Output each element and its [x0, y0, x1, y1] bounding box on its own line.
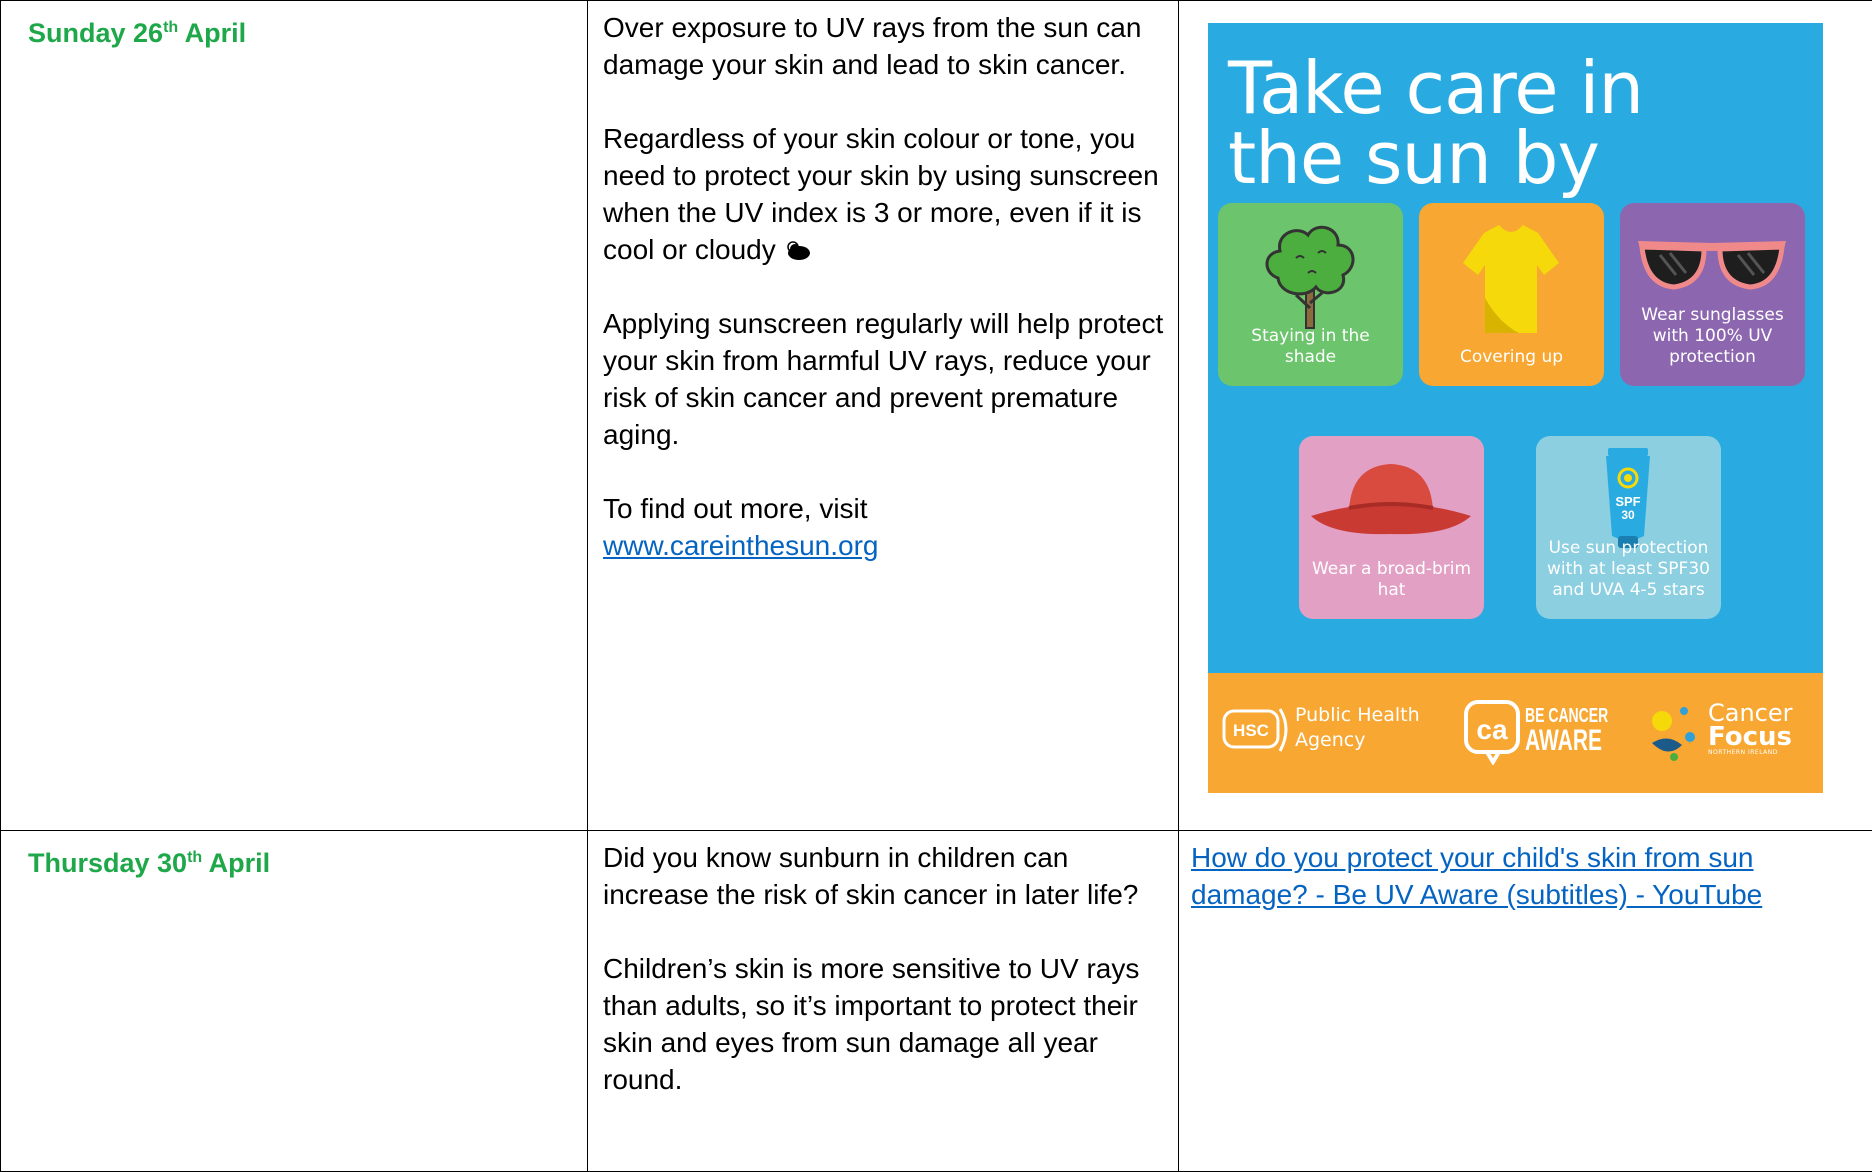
tile-sunglasses: Wear sunglasses with 100% UV protection	[1620, 203, 1805, 386]
schedule-table: Sunday 26th April Over exposure to UV ra…	[0, 0, 1872, 1172]
paragraph-text: Regardless of your skin colour or tone, …	[603, 123, 1159, 265]
spf-label: SPF	[1615, 494, 1640, 509]
media-cell: Take care in the sun by Staying in the s…	[1179, 1, 1872, 831]
date-suffix: th	[163, 19, 178, 36]
tile-caption: Wear a broad-brim hat	[1299, 559, 1484, 601]
table-row: Sunday 26th April Over exposure to UV ra…	[1, 1, 1872, 831]
table-row: Thursday 30th April Did you know sunburn…	[1, 831, 1872, 1172]
message-cell: Did you know sunburn in children can inc…	[588, 831, 1179, 1172]
poster-footer: HSC Public Health Agency ca BE CANCERAWAR…	[1208, 673, 1823, 793]
tshirt-icon	[1419, 203, 1604, 343]
bca-text: BE CANCERAWARE	[1525, 705, 1608, 755]
tree-icon	[1218, 203, 1403, 343]
date-day: Sunday 26	[28, 18, 163, 48]
tile-hat: Wear a broad-brim hat	[1299, 436, 1484, 619]
careinthesun-link[interactable]: www.careinthesun.org	[603, 530, 878, 561]
pha-logo-text: Public Health Agency	[1295, 703, 1420, 753]
date-cell: Thursday 30th April	[1, 831, 588, 1172]
paragraph: Regardless of your skin colour or tone, …	[603, 120, 1164, 268]
tile-caption: Covering up	[1419, 347, 1604, 368]
tile-caption: Use sun protection with at least SPF30 a…	[1536, 538, 1721, 601]
message-cell: Over exposure to UV rays from the sun ca…	[588, 1, 1179, 831]
pha-line: Agency	[1295, 729, 1365, 751]
cloud-icon	[784, 239, 812, 261]
hat-icon	[1299, 436, 1484, 556]
hsc-text: HSC	[1233, 721, 1269, 740]
cf-line: Focus	[1708, 725, 1793, 749]
date-month: April	[202, 848, 270, 878]
be-cancer-aware-logo: ca	[1463, 699, 1523, 765]
tile-shade: Staying in the shade	[1218, 203, 1403, 386]
poster-title: Take care in the sun by	[1228, 53, 1643, 193]
tile-caption: Wear sunglasses with 100% UV protection	[1620, 305, 1805, 368]
date-suffix: th	[187, 849, 202, 866]
tile-covering-up: Covering up	[1419, 203, 1604, 386]
date-day: Thursday 30	[28, 848, 187, 878]
paragraph: Applying sunscreen regularly will help p…	[603, 305, 1164, 453]
media-cell: How do you protect your child's skin fro…	[1179, 831, 1872, 1172]
spf-number: 30	[1621, 508, 1635, 522]
cf-text: CancerFocusNORTHERN IRELAND	[1708, 701, 1793, 757]
sun-care-poster: Take care in the sun by Staying in the s…	[1208, 23, 1823, 793]
pha-line: Public Health	[1295, 704, 1420, 726]
date-month: April	[178, 18, 246, 48]
paragraph: To find out more, visit www.careinthesun.…	[603, 490, 1164, 564]
tile-sunscreen: SPF 30 Use sun protection with at least …	[1536, 436, 1721, 619]
bca-line: AWARE	[1525, 724, 1602, 757]
hsc-logo: HSC	[1222, 705, 1292, 755]
youtube-video-link[interactable]: How do you protect your child's skin fro…	[1179, 831, 1872, 913]
paragraph: Over exposure to UV rays from the sun ca…	[603, 9, 1164, 83]
visit-text: To find out more, visit	[603, 493, 868, 524]
paragraph: Did you know sunburn in children can inc…	[603, 839, 1164, 913]
date-cell: Sunday 26th April	[1, 1, 588, 831]
date-label: Sunday 26th April	[1, 1, 587, 48]
date-label: Thursday 30th April	[1, 831, 587, 878]
paragraph: Children’s skin is more sensitive to UV …	[603, 950, 1164, 1098]
bca-mark: ca	[1476, 714, 1508, 745]
tile-caption: Staying in the shade	[1218, 326, 1403, 368]
cancer-focus-logo	[1648, 703, 1708, 763]
